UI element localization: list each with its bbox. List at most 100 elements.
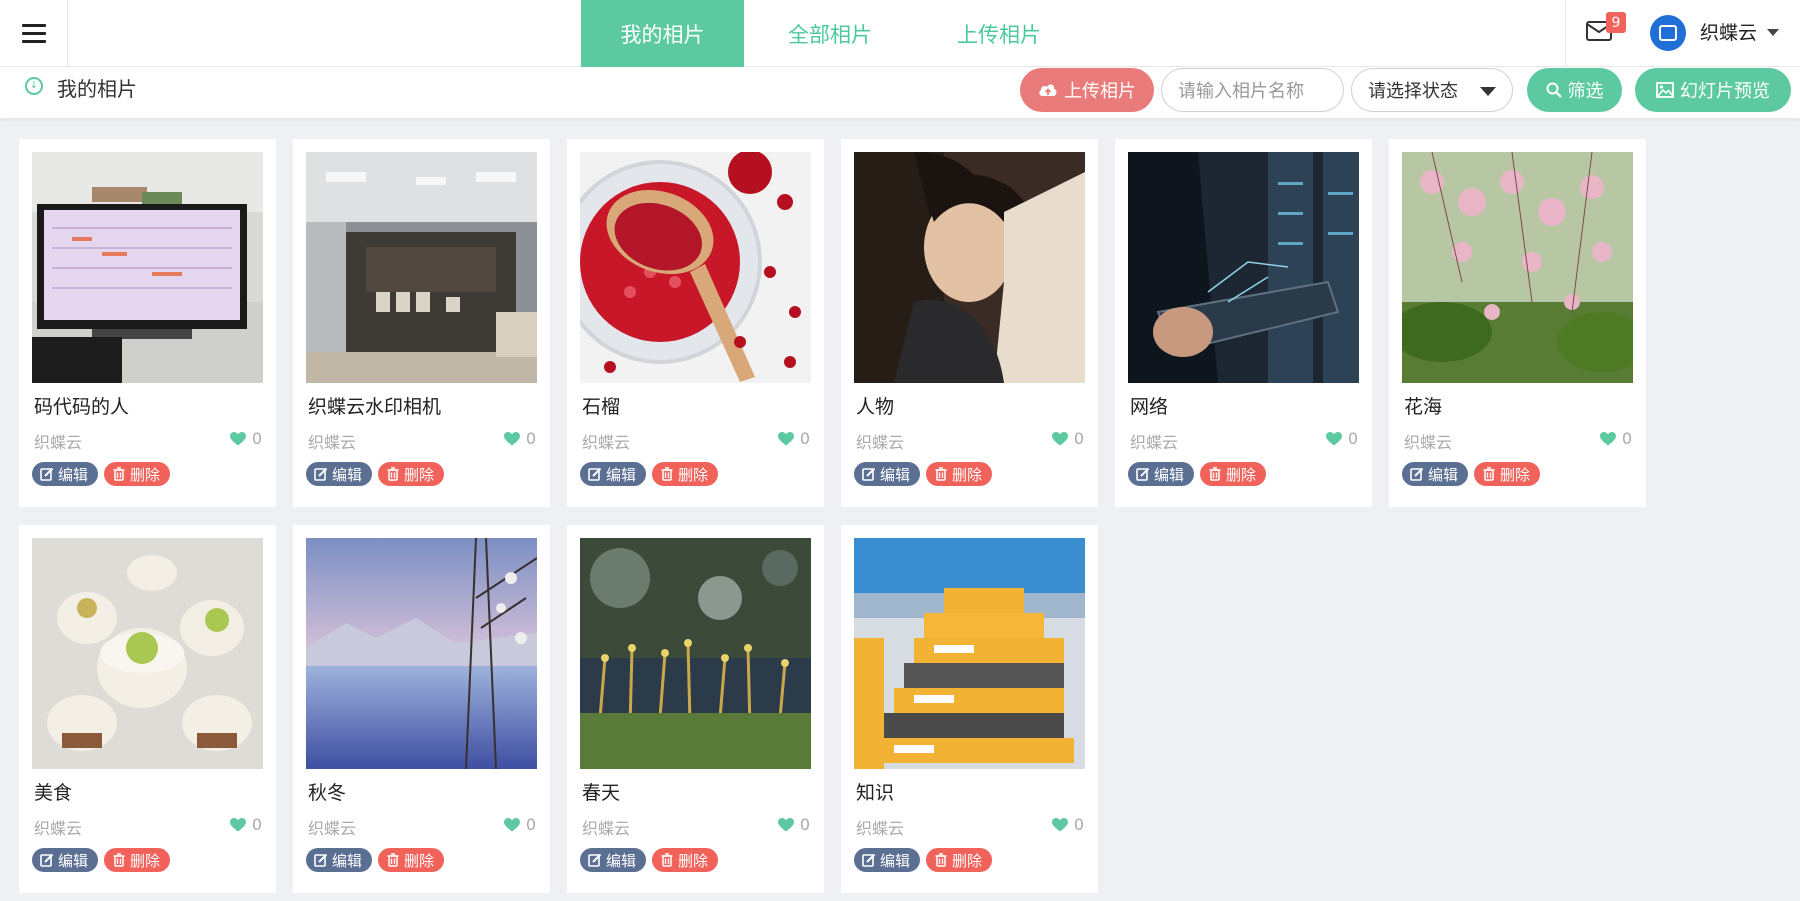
- filter-button[interactable]: 筛选: [1527, 68, 1622, 112]
- status-select[interactable]: 请选择状态: [1351, 68, 1513, 112]
- trash-icon: [934, 853, 948, 867]
- delete-button[interactable]: 删除: [378, 848, 445, 872]
- like-count-value: 0: [251, 815, 262, 834]
- card-actions: 编辑 删除: [580, 462, 719, 486]
- photo-author: 织蝶云: [308, 433, 357, 452]
- tab-my-photos[interactable]: 我的相片: [581, 0, 744, 67]
- menu-toggle-button[interactable]: [0, 0, 68, 67]
- photo-thumbnail[interactable]: [306, 538, 537, 769]
- delete-button[interactable]: 删除: [378, 462, 445, 486]
- delete-button[interactable]: 删除: [652, 848, 719, 872]
- delete-button[interactable]: 删除: [104, 462, 171, 486]
- tab-upload-photos[interactable]: 上传相片: [916, 0, 1082, 67]
- like-count-value: 0: [799, 429, 810, 448]
- delete-button[interactable]: 删除: [926, 848, 993, 872]
- heart-icon: [229, 817, 246, 832]
- photo-author: 织蝶云: [582, 433, 631, 452]
- delete-label: 删除: [130, 851, 161, 870]
- trash-icon: [1482, 467, 1496, 481]
- like-count[interactable]: 0: [503, 815, 536, 834]
- user-name[interactable]: 织蝶云: [1700, 18, 1757, 45]
- delete-button[interactable]: 删除: [652, 462, 719, 486]
- chevron-down-icon[interactable]: [1767, 29, 1779, 36]
- edit-button[interactable]: 编辑: [32, 848, 99, 872]
- photo-thumbnail[interactable]: [1402, 152, 1633, 383]
- edit-button[interactable]: 编辑: [306, 848, 373, 872]
- photo-name-search-input[interactable]: 请输入相片名称: [1161, 68, 1344, 112]
- photo-author: 织蝶云: [308, 819, 357, 838]
- photo-thumbnail[interactable]: [32, 538, 263, 769]
- edit-button[interactable]: 编辑: [854, 462, 921, 486]
- heart-icon: [229, 431, 246, 446]
- edit-button[interactable]: 编辑: [1402, 462, 1469, 486]
- edit-icon: [314, 467, 328, 481]
- photo-card: 石榴 织蝶云 0 编辑 删除: [567, 139, 824, 507]
- photo-thumbnail[interactable]: [1128, 152, 1359, 383]
- photo-thumbnail[interactable]: [580, 152, 811, 383]
- edit-button[interactable]: 编辑: [854, 848, 921, 872]
- photo-card: 知识 织蝶云 0 编辑 删除: [841, 525, 1098, 893]
- photo-author: 织蝶云: [856, 433, 905, 452]
- user-zone: 9 织蝶云: [1565, 0, 1800, 67]
- like-count[interactable]: 0: [1051, 815, 1084, 834]
- like-count-value: 0: [1073, 815, 1084, 834]
- like-count[interactable]: 0: [777, 815, 810, 834]
- edit-icon: [862, 853, 876, 867]
- like-count[interactable]: 0: [777, 429, 810, 448]
- edit-icon: [40, 467, 54, 481]
- photo-thumbnail[interactable]: [854, 538, 1085, 769]
- like-count[interactable]: 0: [1051, 429, 1084, 448]
- photo-card: 人物 织蝶云 0 编辑 删除: [841, 139, 1098, 507]
- photo-card: 花海 织蝶云 0 编辑 删除: [1389, 139, 1646, 507]
- like-count-value: 0: [799, 815, 810, 834]
- heart-icon: [777, 817, 794, 832]
- edit-button[interactable]: 编辑: [32, 462, 99, 486]
- photo-title: 秋冬: [308, 782, 347, 804]
- delete-button[interactable]: 删除: [104, 848, 171, 872]
- slideshow-label: 幻灯片预览: [1680, 81, 1770, 102]
- like-count-value: 0: [1347, 429, 1358, 448]
- like-count[interactable]: 0: [229, 815, 262, 834]
- delete-label: 删除: [1226, 465, 1257, 484]
- like-count[interactable]: 0: [1599, 429, 1632, 448]
- trash-icon: [934, 467, 948, 481]
- edit-button[interactable]: 编辑: [580, 462, 647, 486]
- edit-label: 编辑: [332, 851, 363, 870]
- delete-button[interactable]: 删除: [1474, 462, 1541, 486]
- edit-icon: [1410, 467, 1424, 481]
- edit-icon: [314, 853, 328, 867]
- photo-title: 网络: [1130, 396, 1169, 418]
- avatar[interactable]: [1650, 15, 1686, 51]
- photo-author: 织蝶云: [34, 433, 83, 452]
- upload-photo-button[interactable]: 上传相片: [1020, 68, 1154, 112]
- page-title: 我的相片: [57, 77, 137, 101]
- edit-button[interactable]: 编辑: [1128, 462, 1195, 486]
- card-actions: 编辑 删除: [854, 848, 993, 872]
- delete-button[interactable]: 删除: [1200, 462, 1267, 486]
- delete-label: 删除: [404, 851, 435, 870]
- card-actions: 编辑 删除: [32, 848, 171, 872]
- photo-thumbnail[interactable]: [306, 152, 537, 383]
- card-actions: 编辑 删除: [1128, 462, 1267, 486]
- trash-icon: [1208, 467, 1222, 481]
- slideshow-preview-button[interactable]: 幻灯片预览: [1635, 68, 1791, 112]
- edit-button[interactable]: 编辑: [306, 462, 373, 486]
- photo-card: 秋冬 织蝶云 0 编辑 删除: [293, 525, 550, 893]
- delete-label: 删除: [1500, 465, 1531, 484]
- photo-thumbnail[interactable]: [580, 538, 811, 769]
- edit-button[interactable]: 编辑: [580, 848, 647, 872]
- like-count[interactable]: 0: [229, 429, 262, 448]
- tab-all-photos[interactable]: 全部相片: [744, 0, 916, 67]
- download-circle-icon: ↓: [25, 77, 43, 95]
- heart-icon: [777, 431, 794, 446]
- photo-thumbnail[interactable]: [854, 152, 1085, 383]
- like-count[interactable]: 0: [503, 429, 536, 448]
- status-select-value: 请选择状态: [1368, 81, 1458, 102]
- heart-icon: [503, 431, 520, 446]
- filter-label: 筛选: [1567, 81, 1604, 102]
- delete-button[interactable]: 删除: [926, 462, 993, 486]
- photo-thumbnail[interactable]: [32, 152, 263, 383]
- like-count[interactable]: 0: [1325, 429, 1358, 448]
- edit-label: 编辑: [1428, 465, 1459, 484]
- photo-card: 织蝶云水印相机 织蝶云 0 编辑 删除: [293, 139, 550, 507]
